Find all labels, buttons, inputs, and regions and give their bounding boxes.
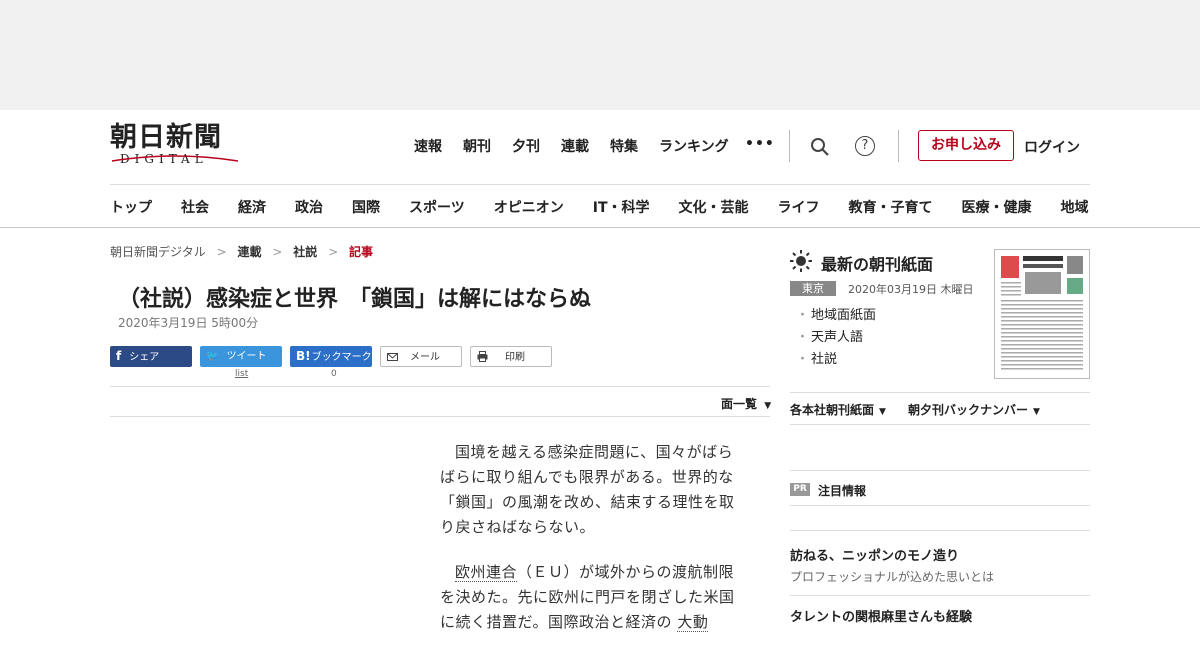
logo-jp: 朝日新聞 [110,122,222,153]
category-economy[interactable]: 経済 [238,197,266,217]
apply-button[interactable]: お申し込み [918,130,1014,161]
print-button[interactable]: 印刷 [470,346,552,367]
category-health[interactable]: 医療・健康 [962,197,1032,217]
print-label: 印刷 [505,352,525,363]
search-icon[interactable] [810,137,830,157]
site-header: 朝日新聞 DIGITAL 速報 朝刊 夕刊 連載 特集 ランキング ••• ? … [0,110,1200,228]
divider [790,595,1090,596]
divider [790,392,1090,393]
printer-icon [477,351,488,362]
divider [110,416,770,417]
ad-banner [0,0,1200,110]
top-nav: 速報 朝刊 夕刊 連載 特集 ランキング [414,136,750,156]
twitter-share-count[interactable]: list [235,369,248,379]
help-icon[interactable]: ? [855,136,875,156]
twitter-share-button[interactable]: 🐦 ツイート [200,346,282,367]
glossary-link[interactable]: 大動 [677,613,709,632]
facebook-share-label: シェア [129,352,160,363]
article-body: 国境を越える感染症問題に、国々がばらばらに取り組んでも限界がある。世界的な「鎖国… [440,440,745,655]
topnav-item-rensai[interactable]: 連載 [561,136,589,156]
topnav-item-sokuho[interactable]: 速報 [414,136,442,156]
category-education[interactable]: 教育・子育て [849,197,933,217]
divider [789,130,790,162]
category-top[interactable]: トップ [110,197,152,217]
divider [898,130,899,162]
category-politics[interactable]: 政治 [295,197,323,217]
category-nav: トップ 社会 経済 政治 国際 スポーツ オピニオン IT・科学 文化・芸能 ラ… [110,197,1089,217]
category-opinion[interactable]: オピニオン [494,197,564,217]
twitter-share-label: ツイート [226,351,267,362]
backnumber-label: 朝夕刊バックナンバー [908,403,1029,417]
page-list-toggle[interactable]: 面一覧 ▼ [721,395,771,412]
article-title: （社説）感染症と世界 「鎖国」は解にはならぬ [118,287,592,312]
divider [790,505,1090,506]
topnav-item-choukan[interactable]: 朝刊 [463,136,491,156]
hatena-bookmark-label: ブックマーク [311,352,372,363]
breadcrumb-home[interactable]: 朝日新聞デジタル [110,245,206,259]
hatena-bookmark-count: 0 [331,369,337,379]
login-link[interactable]: ログイン [1024,137,1080,157]
header-divider [110,184,1090,185]
divider [790,530,1090,531]
divider [790,470,1090,471]
sun-icon [790,250,812,272]
divider [790,424,1090,425]
pr-item-subtitle[interactable]: プロフェッショナルが込めた思いとは [790,568,994,585]
sidebar-links: 地域面紙面 天声人語 社説 [796,305,876,371]
breadcrumb-shasetsu[interactable]: 社説 [293,245,317,259]
twitter-icon: 🐦 [206,351,219,362]
pr-badge: PR [790,483,810,496]
divider [110,386,770,387]
region-badge: 東京 [790,281,836,296]
each-office-label: 各本社朝刊紙面 [790,403,875,417]
topnav-item-yuukan[interactable]: 夕刊 [512,136,540,156]
breadcrumb-separator: > [272,245,283,259]
mail-icon [387,353,398,361]
topnav-item-tokushu[interactable]: 特集 [610,136,638,156]
hatena-icon: B! [296,349,311,363]
caret-down-icon: ▼ [879,407,886,417]
mail-share-button[interactable]: メール [380,346,462,367]
article-date: 2020年3月19日 5時00分 [118,316,259,330]
caret-down-icon: ▼ [1033,407,1040,417]
each-office-menu[interactable]: 各本社朝刊紙面 ▼ [790,401,886,418]
category-region[interactable]: 地域 [1061,197,1089,217]
sidebar-link-tenseijingo[interactable]: 天声人語 [796,327,876,349]
sidebar-date: 2020年03月19日 木曜日 [848,283,974,296]
site-logo[interactable]: 朝日新聞 DIGITAL [110,124,242,170]
facebook-share-button[interactable]: f シェア [110,346,192,367]
breadcrumb-current: 記事 [348,245,373,259]
page-list-label: 面一覧 [721,397,758,411]
newspaper-thumbnail[interactable] [994,249,1090,379]
category-sports[interactable]: スポーツ [409,197,465,217]
breadcrumb-rensai[interactable]: 連載 [237,245,261,259]
caret-down-icon: ▼ [764,401,772,411]
mail-share-label: メール [410,352,440,363]
category-culture[interactable]: 文化・芸能 [679,197,749,217]
category-society[interactable]: 社会 [181,197,209,217]
breadcrumb: 朝日新聞デジタル > 連載 > 社説 > 記事 [110,243,373,260]
article-paragraph: 欧州連合（ＥＵ）が域外からの渡航制限を決めた。先に欧州に門戸を閉ざした米国に続く… [440,560,745,635]
category-international[interactable]: 国際 [352,197,380,217]
sidebar-link-chiikimen[interactable]: 地域面紙面 [796,305,876,327]
category-life[interactable]: ライフ [778,197,820,217]
pr-section-title: 注目情報 [818,484,867,498]
category-it-science[interactable]: IT・科学 [593,197,650,217]
glossary-link[interactable]: 欧州連合 [455,563,518,582]
backnumber-menu[interactable]: 朝夕刊バックナンバー ▼ [908,401,1040,418]
breadcrumb-separator: > [328,245,339,259]
facebook-icon: f [116,349,122,363]
sidebar-title[interactable]: 最新の朝刊紙面 [821,251,933,275]
breadcrumb-separator: > [216,245,227,259]
topnav-item-ranking[interactable]: ランキング [659,136,729,156]
hatena-bookmark-button[interactable]: B!ブックマーク [290,346,372,367]
article-paragraph: 国境を越える感染症問題に、国々がばらばらに取り組んでも限界がある。世界的な「鎖国… [440,443,735,536]
pr-item-title[interactable]: タレントの関根麻里さんも経験 [790,606,972,625]
logo-arc-icon [111,155,239,162]
pr-item-title[interactable]: 訪ねる、ニッポンのモノ造り [790,545,959,564]
more-menu-icon[interactable]: ••• [745,136,775,152]
sidebar-link-shasetsu[interactable]: 社説 [796,349,876,371]
newspaper-page-icon [999,254,1085,374]
